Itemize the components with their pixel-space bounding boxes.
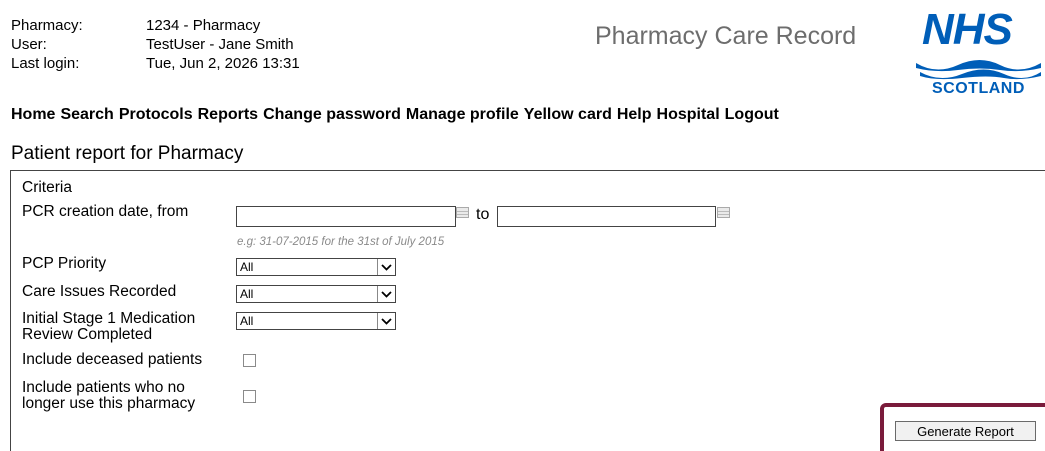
include-deceased-checkbox[interactable] [243,354,256,367]
nav-yellow-card[interactable]: Yellow card [524,106,612,124]
pcp-priority-value: All [240,260,254,274]
nav-manage-profile[interactable]: Manage profile [406,106,519,124]
user-value: TestUser - Jane Smith [146,36,294,53]
include-former-label-line1: Include patients who no [22,379,185,396]
pcp-priority-label: PCP Priority [22,255,107,272]
pharmacy-label: Pharmacy: [11,17,83,34]
date-to-label: to [476,206,490,223]
calendar-icon[interactable] [456,207,469,218]
include-former-label-line2: longer use this pharmacy [22,395,196,412]
chevron-down-icon[interactable] [377,286,395,302]
medication-review-value: All [240,314,254,328]
chevron-down-icon[interactable] [377,313,395,329]
date-to-input[interactable] [497,206,716,227]
criteria-heading: Criteria [22,179,72,196]
nav-protocols[interactable]: Protocols [119,106,193,124]
logo-scotland-text: SCOTLAND [932,80,1025,97]
nav-logout[interactable]: Logout [725,106,779,124]
session-info: Pharmacy: 1234 - Pharmacy User: TestUser… [11,16,300,73]
chevron-down-icon[interactable] [377,259,395,275]
generate-report-button[interactable]: Generate Report [895,421,1036,441]
nhs-scotland-logo: NHS SCOTLAND [916,5,1041,102]
last-login-row: Last login: Tue, Jun 2, 2026 13:31 [11,54,300,73]
medication-review-select[interactable]: All [236,312,396,330]
nav-home[interactable]: Home [11,106,55,124]
include-deceased-label: Include deceased patients [22,351,203,368]
medication-review-label: Initial Stage 1 Medication Review Comple… [22,311,195,343]
pharmacy-info-row: Pharmacy: 1234 - Pharmacy [11,16,300,35]
nav-search[interactable]: Search [60,106,113,124]
pharmacy-value: 1234 - Pharmacy [146,17,261,34]
include-former-checkbox[interactable] [243,390,256,403]
date-from-input[interactable] [236,206,456,227]
pcp-priority-select[interactable]: All [236,258,396,276]
user-label: User: [11,36,47,53]
date-from-label: PCR creation date, from [22,203,189,220]
nav-change-password[interactable]: Change password [263,106,401,124]
include-former-label: Include patients who no longer use this … [22,380,195,412]
user-info-row: User: TestUser - Jane Smith [11,35,300,54]
care-issues-label: Care Issues Recorded [22,283,177,300]
calendar-icon[interactable] [717,207,730,218]
last-login-label: Last login: [11,55,80,72]
page-title: Patient report for Pharmacy [11,143,244,164]
care-issues-select[interactable]: All [236,285,396,303]
app-title: Pharmacy Care Record [595,22,857,50]
medication-review-label-line2: Review Completed [22,326,153,343]
nav-reports[interactable]: Reports [198,106,258,124]
main-nav: Home Search Protocols Reports Change pas… [11,106,784,124]
medication-review-label-line1: Initial Stage 1 Medication [22,310,196,327]
logo-nhs-text: NHS [922,5,1013,54]
last-login-value: Tue, Jun 2, 2026 13:31 [146,55,300,72]
care-issues-value: All [240,287,254,301]
date-format-hint: e.g: 31-07-2015 for the 31st of July 201… [237,236,445,248]
nav-help[interactable]: Help [617,106,652,124]
nav-hospital[interactable]: Hospital [657,106,720,124]
